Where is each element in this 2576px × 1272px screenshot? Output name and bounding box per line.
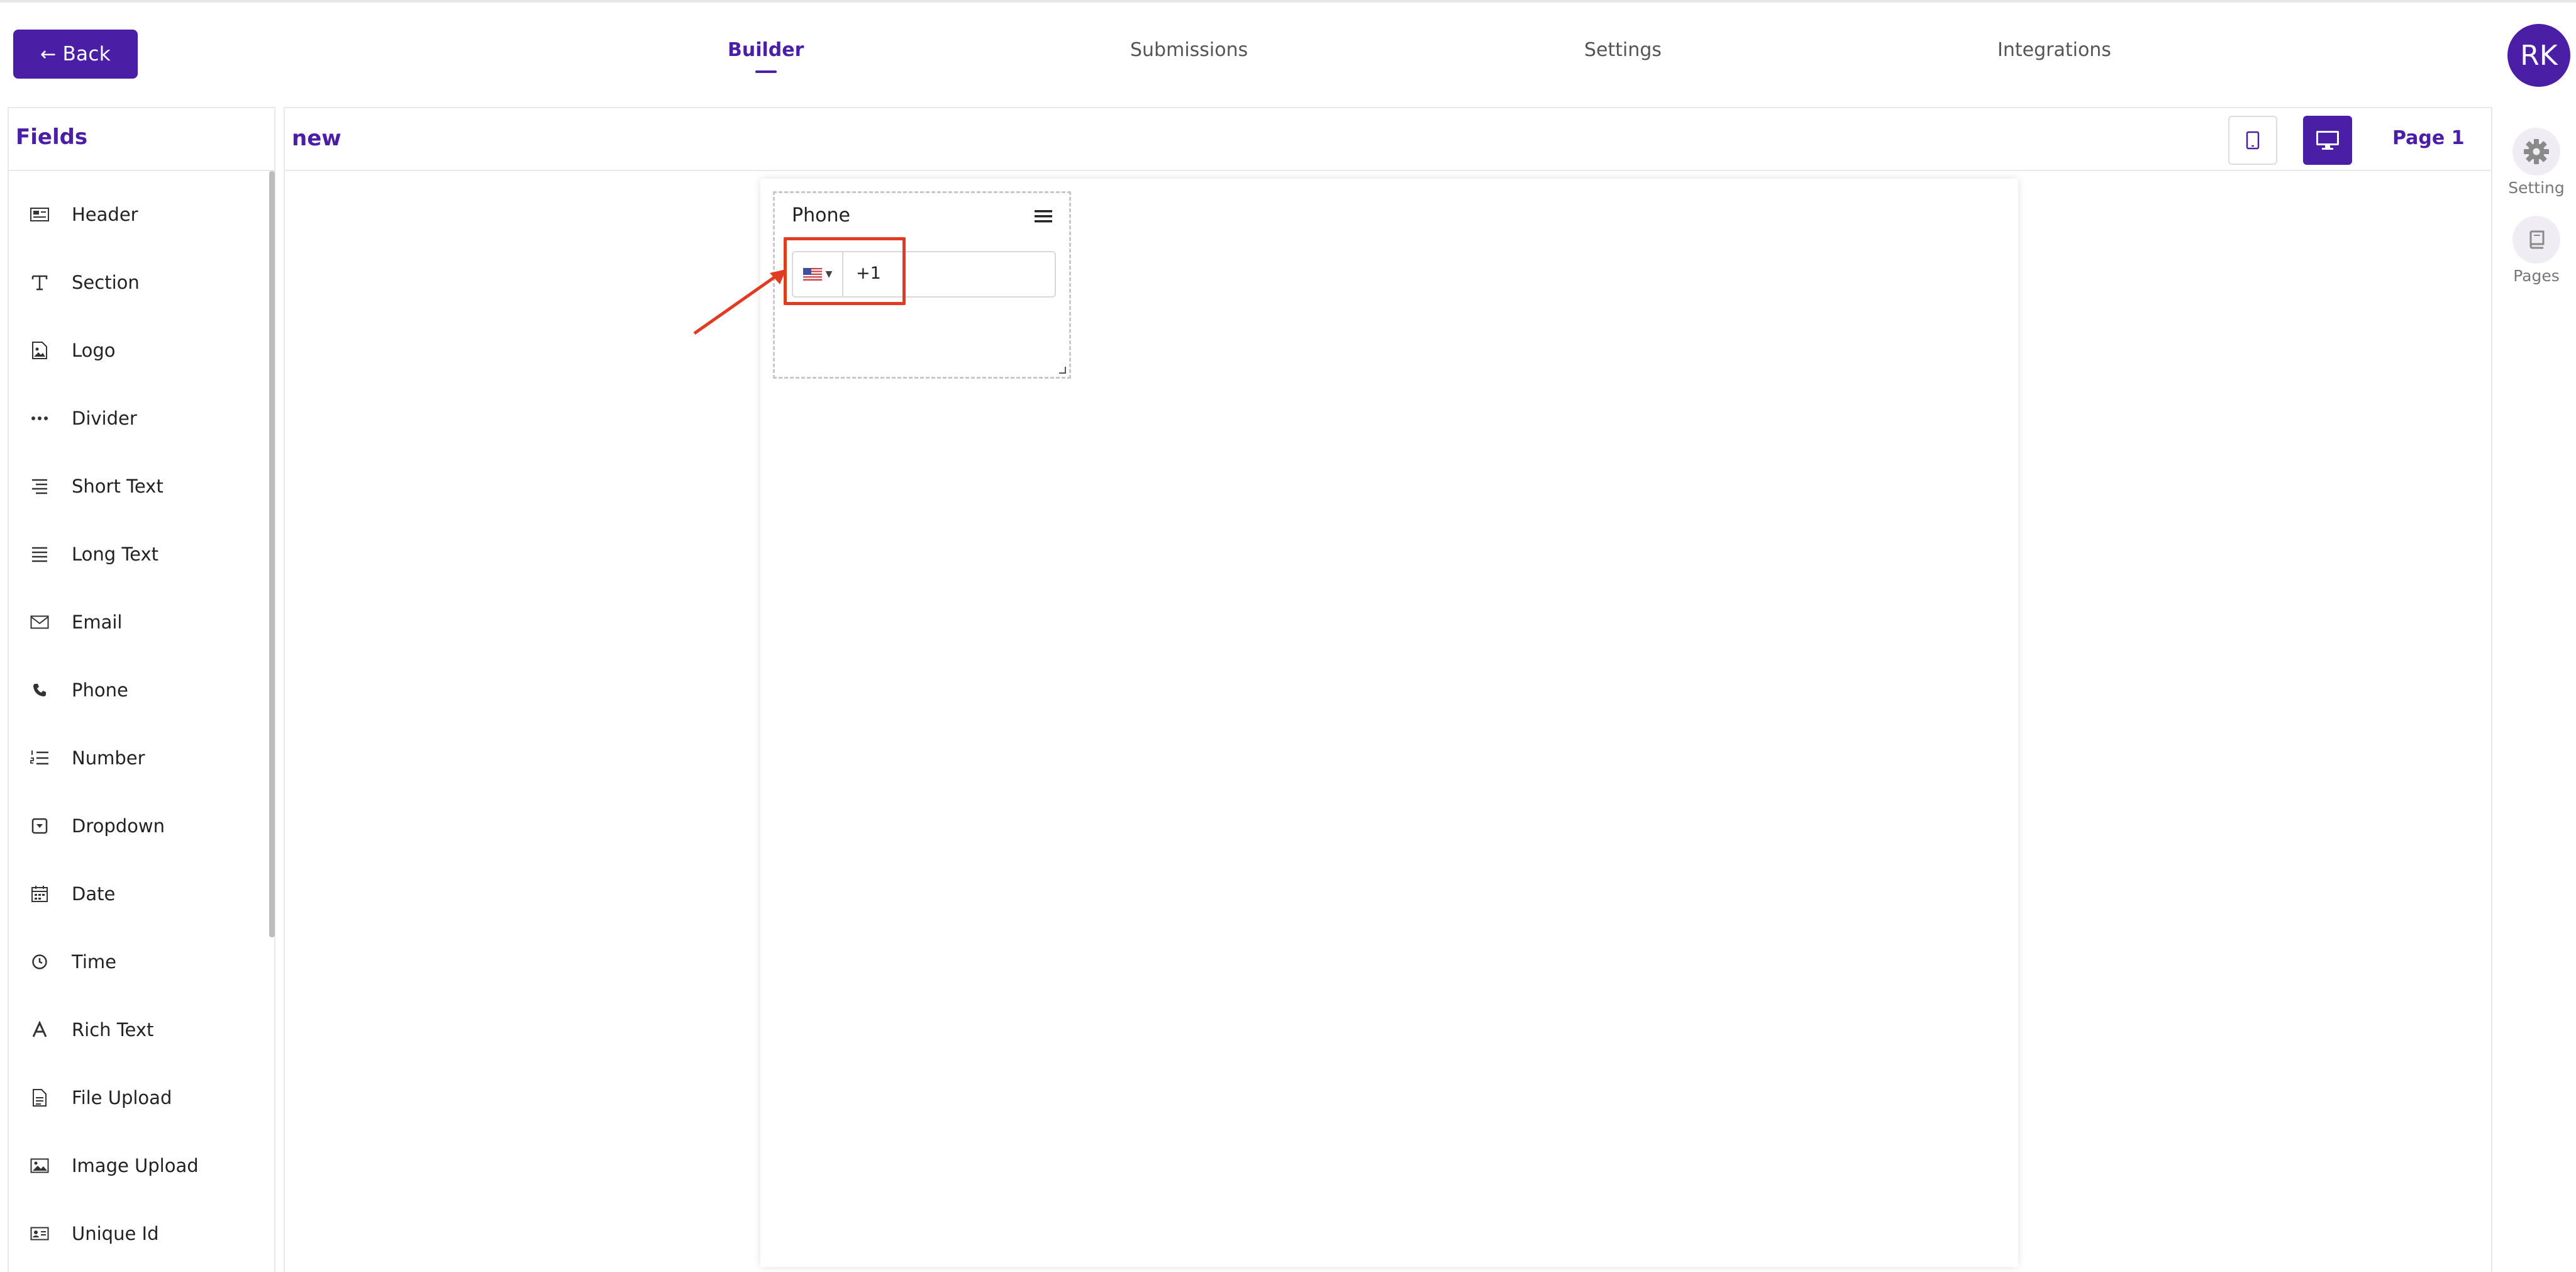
numbered-list-icon bbox=[30, 749, 49, 767]
field-item-label: Header bbox=[72, 204, 138, 225]
desktop-view-button[interactable] bbox=[2303, 116, 2352, 165]
field-item-label: Rich Text bbox=[72, 1019, 154, 1040]
calendar-icon bbox=[30, 884, 49, 903]
page-label[interactable]: Page 1 bbox=[2392, 127, 2465, 149]
field-item-image-upload[interactable]: Image Upload bbox=[9, 1147, 260, 1185]
field-item-label: Email bbox=[72, 611, 123, 633]
field-item-label: File Upload bbox=[72, 1087, 172, 1108]
field-item-label: Long Text bbox=[72, 544, 159, 565]
field-item-file-upload[interactable]: File Upload bbox=[9, 1079, 260, 1117]
dots-icon bbox=[30, 409, 49, 428]
fields-divider bbox=[9, 170, 274, 171]
tab-builder[interactable]: Builder bbox=[728, 39, 804, 61]
mail-icon bbox=[30, 613, 49, 632]
field-item-unique-id[interactable]: Unique Id bbox=[9, 1215, 260, 1252]
short-text-icon bbox=[30, 477, 49, 496]
field-item-label: Dropdown bbox=[72, 815, 165, 837]
back-button-label: Back bbox=[62, 43, 111, 65]
desktop-icon bbox=[2316, 131, 2339, 150]
field-item-label: Section bbox=[72, 272, 140, 293]
field-item-long-text[interactable]: Long Text bbox=[9, 535, 260, 573]
field-item-email[interactable]: Email bbox=[9, 603, 260, 641]
resize-handle-icon[interactable] bbox=[1058, 365, 1067, 374]
top-border bbox=[0, 0, 2576, 3]
back-button[interactable]: ← Back bbox=[13, 30, 138, 79]
field-item-section[interactable]: Section bbox=[9, 264, 260, 301]
tab-submissions[interactable]: Submissions bbox=[1130, 39, 1248, 61]
fields-panel: Fields Header Section Logo Divider Short… bbox=[8, 107, 275, 1272]
setting-button[interactable] bbox=[2512, 128, 2560, 176]
book-icon bbox=[2529, 230, 2545, 249]
field-item-phone[interactable]: Phone bbox=[9, 671, 260, 709]
annotation-arrow-icon bbox=[693, 269, 786, 335]
pages-button[interactable] bbox=[2512, 216, 2560, 264]
field-item-rich-text[interactable]: Rich Text bbox=[9, 1011, 260, 1049]
clock-icon bbox=[30, 952, 49, 971]
user-avatar[interactable]: RK bbox=[2507, 24, 2570, 87]
annotation-highlight-box bbox=[784, 237, 906, 305]
field-item-short-text[interactable]: Short Text bbox=[9, 467, 260, 505]
image-icon bbox=[30, 1156, 49, 1175]
fields-scrollbar[interactable] bbox=[269, 171, 275, 937]
field-item-dropdown[interactable]: Dropdown bbox=[9, 807, 260, 845]
file-icon bbox=[30, 1088, 49, 1107]
field-item-label: Phone bbox=[72, 679, 128, 701]
text-t-icon bbox=[30, 273, 49, 292]
fields-title: Fields bbox=[16, 125, 88, 150]
field-item-divider[interactable]: Divider bbox=[9, 399, 260, 437]
canvas-header-divider bbox=[285, 170, 2491, 171]
field-item-header[interactable]: Header bbox=[9, 196, 260, 233]
arrow-left-icon: ← bbox=[40, 43, 57, 65]
field-item-label: Image Upload bbox=[72, 1155, 199, 1176]
tab-integrations[interactable]: Integrations bbox=[1997, 39, 2111, 61]
long-text-icon bbox=[30, 545, 49, 564]
hamburger-menu-icon[interactable] bbox=[1033, 207, 1054, 226]
dropdown-icon bbox=[30, 817, 49, 835]
rich-text-a-icon bbox=[30, 1020, 49, 1039]
header-icon bbox=[30, 205, 49, 224]
field-item-date[interactable]: Date bbox=[9, 875, 260, 913]
setting-label: Setting bbox=[2508, 179, 2565, 197]
field-item-label: Unique Id bbox=[72, 1223, 159, 1244]
tab-settings[interactable]: Settings bbox=[1584, 39, 1662, 61]
phone-icon bbox=[30, 681, 49, 700]
field-item-label: Short Text bbox=[72, 476, 164, 497]
gear-icon bbox=[2524, 139, 2549, 164]
tablet-icon bbox=[2246, 131, 2260, 150]
form-page: Phone ▼ +1 bbox=[760, 179, 2018, 1267]
field-item-logo[interactable]: Logo bbox=[9, 332, 260, 369]
id-card-icon bbox=[30, 1224, 49, 1243]
field-item-label: Divider bbox=[72, 408, 137, 429]
pages-label: Pages bbox=[2513, 267, 2560, 285]
canvas-panel: new Page 1 Phone ▼ +1 bbox=[284, 107, 2492, 1272]
phone-field-label: Phone bbox=[792, 204, 850, 226]
tablet-view-button[interactable] bbox=[2228, 116, 2277, 165]
image-file-icon bbox=[30, 341, 49, 360]
field-item-label: Time bbox=[72, 951, 116, 973]
form-name[interactable]: new bbox=[292, 126, 341, 151]
field-item-number[interactable]: Number bbox=[9, 739, 260, 777]
field-item-label: Date bbox=[72, 883, 116, 905]
field-item-label: Logo bbox=[72, 340, 116, 361]
field-item-time[interactable]: Time bbox=[9, 943, 260, 981]
field-item-label: Number bbox=[72, 747, 145, 769]
